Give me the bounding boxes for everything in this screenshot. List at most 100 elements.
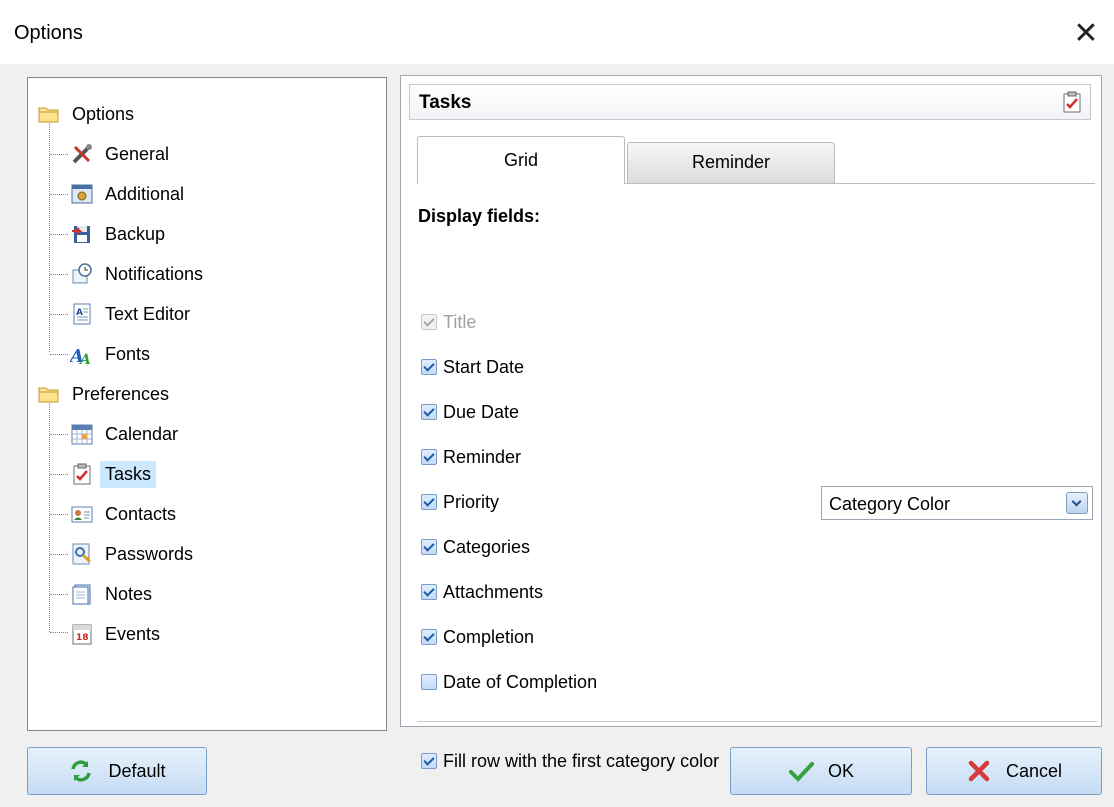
tree-connector — [50, 354, 68, 355]
tree-group-preferences[interactable]: Preferences — [37, 378, 174, 410]
tree-item-label: Text Editor — [105, 303, 191, 324]
tree-connector — [50, 434, 68, 435]
password-key-icon — [70, 542, 94, 566]
checkbox-start-date[interactable]: Start Date — [421, 354, 524, 380]
checkbox-box[interactable] — [421, 539, 437, 555]
text-editor-icon: A — [70, 302, 94, 326]
tree-connector — [50, 154, 68, 155]
checkbox-date-of-completion[interactable]: Date of Completion — [421, 669, 597, 695]
checkbox-box[interactable] — [421, 753, 437, 769]
panel-title: Tasks — [419, 92, 472, 113]
tree-item-tasks[interactable]: Tasks — [70, 458, 157, 490]
tools-icon — [70, 142, 94, 166]
tree-item-label: Contacts — [105, 503, 177, 524]
checkbox-box[interactable] — [421, 494, 437, 510]
check-icon — [788, 758, 814, 784]
checkbox-box[interactable] — [421, 674, 437, 690]
category-display-select[interactable]: Category Color — [821, 486, 1093, 520]
checkbox-label: Attachments — [443, 581, 544, 602]
tree-connector — [50, 234, 68, 235]
tree-item-label: Tasks — [100, 460, 157, 488]
tree-item-notifications[interactable]: Notifications — [70, 258, 208, 290]
tree-item-label: Additional — [105, 183, 185, 204]
checkbox-label: Fill row with the first category color — [443, 750, 720, 771]
folder-icon — [37, 102, 61, 126]
tree-item-label: Backup — [105, 223, 166, 244]
notepad-icon — [70, 582, 94, 606]
tree-item-text-editor[interactable]: A Text Editor — [70, 298, 195, 330]
cancel-button-label: Cancel — [1005, 760, 1063, 781]
checkbox-label: Title — [443, 311, 477, 332]
checkbox-box[interactable] — [421, 584, 437, 600]
tree-item-calendar[interactable]: Calendar — [70, 418, 183, 450]
tree-group-label: Preferences — [72, 383, 170, 404]
checkbox-label: Start Date — [443, 356, 525, 377]
checkbox-attachments[interactable]: Attachments — [421, 579, 543, 605]
checkbox-box[interactable] — [421, 359, 437, 375]
checkbox-title: Title — [421, 309, 476, 335]
tree-item-general[interactable]: General — [70, 138, 174, 170]
ok-button[interactable]: OK — [730, 747, 912, 795]
checkbox-label: Completion — [443, 626, 535, 647]
checkbox-box[interactable] — [421, 629, 437, 645]
checkbox-due-date[interactable]: Due Date — [421, 399, 519, 425]
close-icon[interactable]: ✕ — [1064, 12, 1108, 56]
tree-connector — [50, 554, 68, 555]
fonts-icon: AA — [68, 342, 94, 368]
tree-item-passwords[interactable]: Passwords — [70, 538, 198, 570]
cancel-x-icon — [966, 758, 992, 784]
cancel-button[interactable]: Cancel — [926, 747, 1102, 795]
tree-item-contacts[interactable]: Contacts — [70, 498, 181, 530]
event-day-number: 18 — [76, 633, 89, 643]
tree-item-label: Calendar — [105, 423, 179, 444]
category-display-value: Category Color — [829, 494, 951, 514]
tab-strip: Grid Reminder — [401, 132, 1101, 184]
tree-item-label: Notifications — [105, 263, 204, 284]
checkbox-label: Date of Completion — [443, 671, 598, 692]
tree-item-notes[interactable]: Notes — [70, 578, 157, 610]
tree-connector — [50, 632, 68, 633]
checkbox-completion[interactable]: Completion — [421, 624, 534, 650]
calendar-icon — [70, 422, 94, 446]
default-button-label: Default — [108, 760, 166, 781]
checkbox-fill-row[interactable]: Fill row with the first category color — [421, 748, 719, 774]
svg-text:A: A — [78, 352, 91, 366]
checkbox-label: Priority — [443, 491, 500, 512]
chevron-down-icon[interactable] — [1066, 492, 1088, 514]
tree-connector — [50, 194, 68, 195]
tree-connector — [50, 474, 68, 475]
checkbox-box — [421, 314, 437, 330]
checkbox-label: Due Date — [443, 401, 520, 422]
tree-item-fonts[interactable]: AA Fonts — [68, 338, 155, 370]
dialog-body: Options General Additional Backup Notifi… — [0, 64, 1114, 807]
tasks-icon — [1060, 90, 1084, 114]
checkbox-reminder[interactable]: Reminder — [421, 444, 521, 470]
tree-connector — [50, 274, 68, 275]
checkbox-categories[interactable]: Categories — [421, 534, 530, 560]
tree-item-backup[interactable]: Backup — [70, 218, 170, 250]
tree-group-options[interactable]: Options — [37, 98, 139, 130]
tree-item-label: Passwords — [105, 543, 194, 564]
tasks-icon — [70, 462, 94, 486]
tree-item-events[interactable]: 18 Events — [70, 618, 165, 650]
tree-item-label: Events — [105, 623, 161, 644]
tree-connector — [50, 514, 68, 515]
event-calendar-icon: 18 — [70, 622, 94, 646]
tree-connector — [50, 594, 68, 595]
tab-reminder[interactable]: Reminder — [627, 142, 835, 183]
checkbox-label: Reminder — [443, 446, 522, 467]
tree-item-additional[interactable]: Additional — [70, 178, 189, 210]
display-fields-heading: Display fields: — [418, 206, 541, 226]
tree-group-label: Options — [72, 103, 135, 124]
tree-connector — [50, 314, 68, 315]
checkbox-priority[interactable]: Priority — [421, 489, 499, 515]
options-tree[interactable]: Options General Additional Backup Notifi… — [27, 77, 387, 731]
checkbox-box[interactable] — [421, 404, 437, 420]
checkbox-box[interactable] — [421, 449, 437, 465]
tree-item-label: Notes — [105, 583, 153, 604]
default-button[interactable]: Default — [27, 747, 207, 795]
separator — [417, 721, 1097, 722]
tab-grid[interactable]: Grid — [417, 136, 625, 184]
ok-button-label: OK — [827, 760, 854, 781]
title-bar: Options ✕ — [0, 0, 1114, 64]
